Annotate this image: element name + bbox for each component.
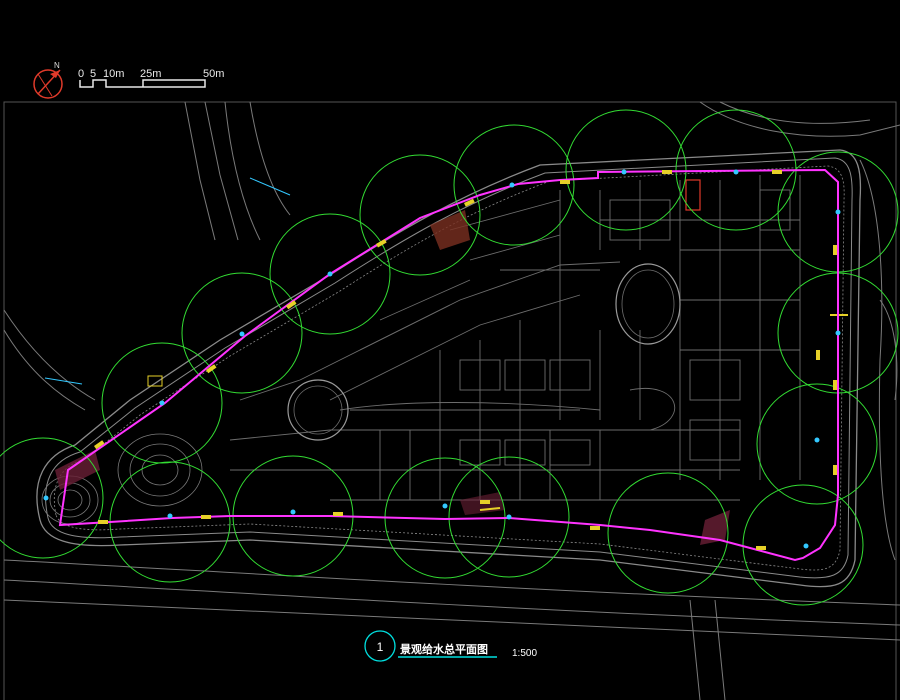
round-plaza-inner bbox=[293, 385, 343, 435]
sprinkler-head bbox=[506, 514, 512, 520]
context-mark bbox=[44, 377, 83, 385]
scale-label-25m: 25m bbox=[140, 68, 161, 80]
atrium-plaza-inner bbox=[621, 269, 675, 339]
scale-bar: 0 5 10m 25m 50m bbox=[78, 68, 224, 88]
drawing-title: 景观给水总平面图 bbox=[399, 642, 488, 656]
sprinkler-head bbox=[509, 182, 515, 188]
sprinkler-head bbox=[43, 495, 49, 501]
scale-label-0: 0 bbox=[78, 68, 84, 80]
building-blocks bbox=[229, 175, 801, 501]
sprinkler-head bbox=[803, 543, 809, 549]
drawing-scale: 1:500 bbox=[512, 648, 537, 659]
sprinkler-head bbox=[442, 503, 448, 509]
scale-label-50m: 50m bbox=[203, 68, 224, 80]
planting-beds bbox=[55, 179, 848, 545]
sprinkler-rings bbox=[0, 109, 899, 606]
sprinkler-ring bbox=[756, 383, 878, 505]
drawing-number: 1 bbox=[377, 640, 384, 654]
sprinkler-head bbox=[835, 209, 841, 215]
scale-label-10m: 10m bbox=[103, 68, 124, 80]
sprinkler-head bbox=[167, 513, 173, 519]
sprinkler-head bbox=[733, 169, 739, 175]
context-roads bbox=[3, 101, 900, 700]
sprinkler-ring bbox=[742, 484, 864, 606]
sprinkler-head bbox=[159, 400, 165, 406]
north-label: N bbox=[54, 61, 60, 70]
atrium-plaza bbox=[615, 263, 681, 345]
sprinkler-ring bbox=[109, 461, 231, 583]
sprinkler-head bbox=[814, 437, 820, 443]
scale-label-5: 5 bbox=[90, 68, 96, 80]
sprinkler-head bbox=[290, 509, 296, 515]
north-arrow-icon: N bbox=[33, 61, 63, 99]
sprinkler-head bbox=[239, 331, 245, 337]
sprinkler-head bbox=[621, 169, 627, 175]
context-mark bbox=[249, 177, 291, 196]
landscape-water-supply-plan: N 0 5 10m 25m 50m 1 景观给水总平面图 1:500 bbox=[0, 61, 900, 700]
sprinkler-head bbox=[835, 330, 841, 336]
drawing-frame bbox=[3, 101, 897, 700]
title-block: 1 景观给水总平面图 1:500 bbox=[364, 630, 537, 662]
sprinkler-head bbox=[327, 271, 333, 277]
